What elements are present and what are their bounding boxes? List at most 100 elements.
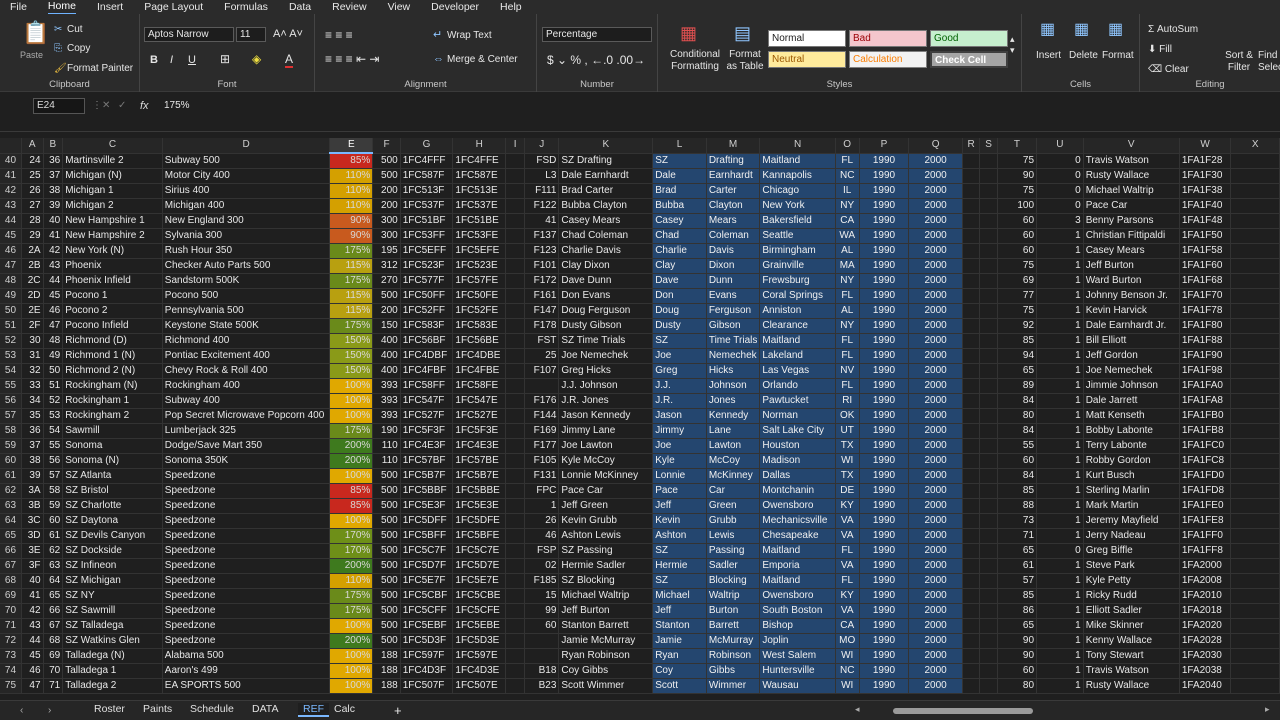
cell[interactable]: Earnhardt	[706, 168, 761, 184]
cell[interactable]: 2000	[908, 318, 963, 334]
cell[interactable]: Travis Watson	[1083, 663, 1180, 679]
cell[interactable]: TX	[835, 468, 860, 484]
cell[interactable]: South Boston	[759, 603, 836, 619]
cell[interactable]	[979, 183, 998, 199]
cell[interactable]: 1	[1036, 363, 1084, 379]
cell[interactable]: 100%	[329, 513, 374, 529]
cell[interactable]: 2000	[908, 498, 963, 514]
cell[interactable]	[505, 228, 526, 244]
row-header[interactable]: 73	[0, 648, 22, 664]
cell[interactable]: 2000	[908, 528, 963, 544]
cell[interactable]: 500	[372, 573, 401, 589]
cell[interactable]	[505, 363, 526, 379]
cell[interactable]	[1230, 153, 1280, 169]
cell[interactable]: 1FC5B7E	[452, 468, 507, 484]
cell[interactable]: FL	[835, 348, 860, 364]
menu-file[interactable]: File	[10, 1, 27, 13]
cell[interactable]: 1	[1036, 513, 1084, 529]
cell[interactable]	[979, 528, 998, 544]
cell[interactable]: 2000	[908, 588, 963, 604]
cell[interactable]: 90%	[329, 228, 374, 244]
cell[interactable]	[962, 288, 981, 304]
cell[interactable]: 57	[43, 468, 64, 484]
cell[interactable]: 2000	[908, 198, 963, 214]
cell[interactable]	[979, 498, 998, 514]
cell[interactable]: Sonoma 350K	[162, 453, 331, 469]
cell[interactable]: 1FC4DBF	[400, 348, 454, 364]
cell[interactable]: Hermie	[652, 558, 707, 574]
cell[interactable]: 1FC5BBF	[400, 483, 454, 499]
cell[interactable]: 28	[21, 213, 44, 229]
cell[interactable]: 85%	[329, 498, 374, 514]
cell[interactable]: 1990	[859, 678, 910, 694]
cell[interactable]: Dixon	[706, 258, 761, 274]
cell[interactable]: New Hampshire 1	[62, 213, 163, 229]
cell[interactable]: 1FC58FF	[400, 378, 454, 394]
cell[interactable]: 400	[372, 363, 401, 379]
cell[interactable]: FL	[835, 288, 860, 304]
cell[interactable]: 1	[1036, 603, 1084, 619]
cell[interactable]: Speedzone	[162, 528, 331, 544]
cell[interactable]: 1990	[859, 258, 910, 274]
cell[interactable]: 1FC5EBF	[400, 618, 454, 634]
sheet-scroll-right-icon[interactable]: ▸	[1265, 704, 1270, 715]
sheet-tab-calc[interactable]: Calc	[334, 703, 355, 715]
cell[interactable]: 300	[372, 228, 401, 244]
cell[interactable]: Davis	[706, 243, 761, 259]
cell[interactable]: 94	[997, 348, 1038, 364]
confirm-icon[interactable]: ✓	[118, 100, 126, 111]
cell[interactable]: 67	[43, 618, 64, 634]
cell[interactable]: Drafting	[706, 153, 761, 169]
cell[interactable]: Sandstorm 500K	[162, 273, 331, 289]
cell[interactable]: J.R. Jones	[558, 393, 654, 409]
cell[interactable]: 1	[1036, 633, 1084, 649]
cell[interactable]: 90	[997, 648, 1038, 664]
cell[interactable]: 1FA2030	[1179, 648, 1232, 664]
cell[interactable]: 65	[997, 618, 1038, 634]
cell[interactable]: 29	[21, 228, 44, 244]
row-header[interactable]: 54	[0, 363, 22, 379]
cell[interactable]: Jeff Burton	[558, 603, 654, 619]
cell[interactable]: Orlando	[759, 378, 836, 394]
cell[interactable]: SZ Atlanta	[62, 468, 163, 484]
cell[interactable]	[1230, 603, 1280, 619]
cell[interactable]	[962, 168, 981, 184]
cell[interactable]: New York	[759, 198, 836, 214]
cell[interactable]: F177	[524, 438, 560, 454]
cell[interactable]: 3E	[21, 543, 44, 559]
cell[interactable]: Ricky Rudd	[1083, 588, 1180, 604]
font-color-icon[interactable]: A	[285, 52, 294, 68]
cell[interactable]: 1FA1FA8	[1179, 393, 1232, 409]
cell[interactable]: Johnny Benson Jr.	[1083, 288, 1180, 304]
cell[interactable]: Kyle Petty	[1083, 573, 1180, 589]
cell[interactable]	[962, 453, 981, 469]
cell[interactable]: Joe Lawton	[558, 438, 654, 454]
cell[interactable]: Joplin	[759, 633, 836, 649]
cell[interactable]	[962, 588, 981, 604]
cell[interactable]	[1230, 438, 1280, 454]
cell[interactable]: 1FA2038	[1179, 663, 1232, 679]
cell[interactable]: 115%	[329, 258, 374, 274]
cell[interactable]	[962, 513, 981, 529]
cell[interactable]: EA SPORTS 500	[162, 678, 331, 694]
name-box[interactable]: E24	[33, 98, 85, 114]
cell[interactable]: Joe	[652, 348, 707, 364]
cell[interactable]: 59	[43, 498, 64, 514]
cell[interactable]: 39	[21, 468, 44, 484]
menu-formulas[interactable]: Formulas	[224, 1, 268, 13]
row-header[interactable]: 67	[0, 558, 22, 574]
cell[interactable]: Tony Stewart	[1083, 648, 1180, 664]
row-header[interactable]: 51	[0, 318, 22, 334]
cell[interactable]: 46	[21, 663, 44, 679]
cell[interactable]: Hicks	[706, 363, 761, 379]
cell[interactable]	[962, 438, 981, 454]
cell[interactable]	[505, 468, 526, 484]
cell[interactable]: 1	[1036, 258, 1084, 274]
cell[interactable]: 1FC547E	[452, 393, 507, 409]
cell[interactable]: SZ Drafting	[558, 153, 654, 169]
cell[interactable]: Montchanin	[759, 483, 836, 499]
cell[interactable]: Passing	[706, 543, 761, 559]
cell[interactable]	[1230, 513, 1280, 529]
cell[interactable]: Joe Nemechek	[1083, 363, 1180, 379]
cell[interactable]: Scott	[652, 678, 707, 694]
